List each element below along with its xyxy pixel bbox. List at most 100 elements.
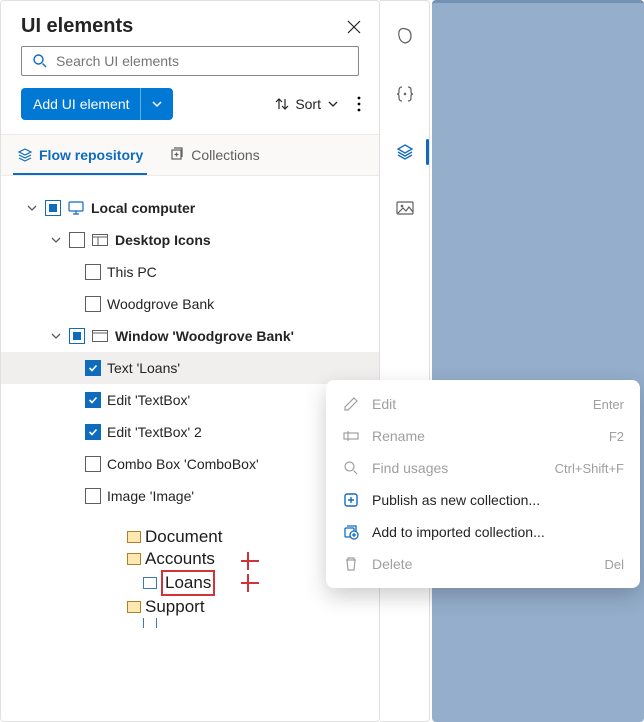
checkbox[interactable] (85, 488, 101, 504)
menu-rename: Rename F2 (326, 420, 640, 452)
tree-label: Local computer (91, 200, 371, 216)
menu-publish-collection[interactable]: Publish as new collection... (326, 484, 640, 516)
tree-node-woodgrove-bank[interactable]: Woodgrove Bank (1, 288, 379, 320)
preview-text: Loans (165, 573, 211, 592)
tree-node-edit-textbox[interactable]: Edit 'TextBox' (1, 384, 379, 416)
menu-label: Publish as new collection... (372, 492, 624, 508)
tree-node-desktop-icons[interactable]: Desktop Icons (1, 224, 379, 256)
tree-node-image[interactable]: Image 'Image' (1, 480, 379, 512)
collections-icon (169, 147, 185, 163)
tree-label: Window 'Woodgrove Bank' (115, 328, 371, 344)
menu-label: Find usages (372, 460, 543, 476)
checkbox-checked[interactable] (85, 392, 101, 408)
tree-label: Text 'Loans' (107, 360, 371, 376)
sort-button[interactable]: Sort (275, 96, 339, 112)
tree-node-window-woodgrove[interactable]: Window 'Woodgrove Bank' (1, 320, 379, 352)
table-icon (143, 577, 157, 589)
menu-label: Add to imported collection... (372, 524, 624, 540)
menu-label: Rename (372, 428, 597, 444)
chevron-down-icon (51, 235, 61, 245)
element-preview: Document Accounts Loans Support (125, 522, 255, 632)
tab-label: Flow repository (39, 147, 143, 163)
menu-add-imported-collection[interactable]: Add to imported collection... (326, 516, 640, 548)
tree-label: Desktop Icons (115, 232, 371, 248)
preview-text: Document (145, 526, 222, 548)
menu-find-usages: Find usages Ctrl+Shift+F (326, 452, 640, 484)
copilot-icon (396, 27, 414, 45)
menu-shortcut: Ctrl+Shift+F (555, 461, 624, 476)
close-button[interactable] (343, 16, 365, 38)
chevron-down-icon (151, 98, 163, 110)
preview-text: Accounts (145, 548, 215, 570)
side-tab-copilot[interactable] (380, 21, 429, 51)
check-icon (88, 395, 98, 405)
publish-icon (343, 492, 359, 508)
search-icon (32, 53, 48, 69)
menu-edit: Edit Enter (326, 388, 640, 420)
check-icon (88, 427, 98, 437)
sort-label: Sort (295, 96, 321, 112)
side-tab-ui-elements[interactable] (380, 137, 429, 167)
panel-title: UI elements (21, 15, 133, 38)
add-button-label: Add UI element (21, 96, 140, 112)
tree-node-this-pc[interactable]: This PC (1, 256, 379, 288)
checkbox-indeterminate[interactable] (45, 200, 61, 216)
side-tab-images[interactable] (380, 195, 429, 221)
checkbox-checked[interactable] (85, 360, 101, 376)
delete-icon (343, 556, 359, 572)
chevron-down-icon (27, 203, 37, 213)
tab-flow-repository[interactable]: Flow repository (13, 135, 147, 175)
ui-elements-panel: UI elements Add UI element Sort (0, 0, 380, 722)
tab-collections[interactable]: Collections (165, 135, 263, 175)
menu-label: Delete (372, 556, 592, 572)
search-box[interactable] (21, 46, 359, 76)
close-icon (347, 20, 361, 34)
checkbox[interactable] (85, 296, 101, 312)
layers-icon (396, 143, 414, 161)
background-pane (432, 0, 644, 722)
checkbox-checked[interactable] (85, 424, 101, 440)
image-icon (396, 201, 414, 215)
window-icon (92, 234, 108, 246)
add-collection-icon (343, 524, 359, 540)
tree-node-edit-textbox-2[interactable]: Edit 'TextBox' 2 (1, 416, 379, 448)
tab-label: Collections (191, 147, 259, 163)
folder-icon (127, 553, 141, 565)
rename-icon (343, 428, 359, 444)
tree-node-local-computer[interactable]: Local computer (1, 192, 379, 224)
checkbox[interactable] (69, 232, 85, 248)
preview-text: Support (145, 596, 205, 618)
tree-node-combobox[interactable]: Combo Box 'ComboBox' (1, 448, 379, 480)
sort-icon (275, 97, 289, 111)
tree-node-text-loans[interactable]: Text 'Loans' (1, 352, 379, 384)
search-input[interactable] (56, 53, 348, 69)
table-icon (143, 618, 157, 628)
folder-icon (127, 531, 141, 543)
more-vertical-icon (357, 96, 361, 112)
right-sidebar (380, 0, 430, 722)
search-icon (343, 460, 359, 476)
more-button[interactable] (353, 92, 365, 116)
checkbox[interactable] (85, 456, 101, 472)
checkbox-indeterminate[interactable] (69, 328, 85, 344)
monitor-icon (68, 201, 84, 215)
highlighted-element: Loans (161, 570, 215, 596)
check-icon (88, 363, 98, 373)
add-ui-element-button[interactable]: Add UI element (21, 88, 173, 120)
context-menu: Edit Enter Rename F2 Find usages Ctrl+Sh… (326, 380, 640, 588)
menu-shortcut: Del (604, 557, 624, 572)
menu-delete: Delete Del (326, 548, 640, 580)
menu-shortcut: Enter (593, 397, 624, 412)
tree-label: This PC (107, 264, 371, 280)
add-button-split[interactable] (140, 88, 173, 120)
tree-label: Woodgrove Bank (107, 296, 371, 312)
menu-shortcut: F2 (609, 429, 624, 444)
window-icon (92, 330, 108, 342)
side-tab-variables[interactable] (380, 79, 429, 109)
braces-icon (396, 85, 414, 103)
menu-label: Edit (372, 396, 581, 412)
folder-icon (127, 601, 141, 613)
checkbox[interactable] (85, 264, 101, 280)
chevron-down-icon (327, 98, 339, 110)
chevron-down-icon (51, 331, 61, 341)
